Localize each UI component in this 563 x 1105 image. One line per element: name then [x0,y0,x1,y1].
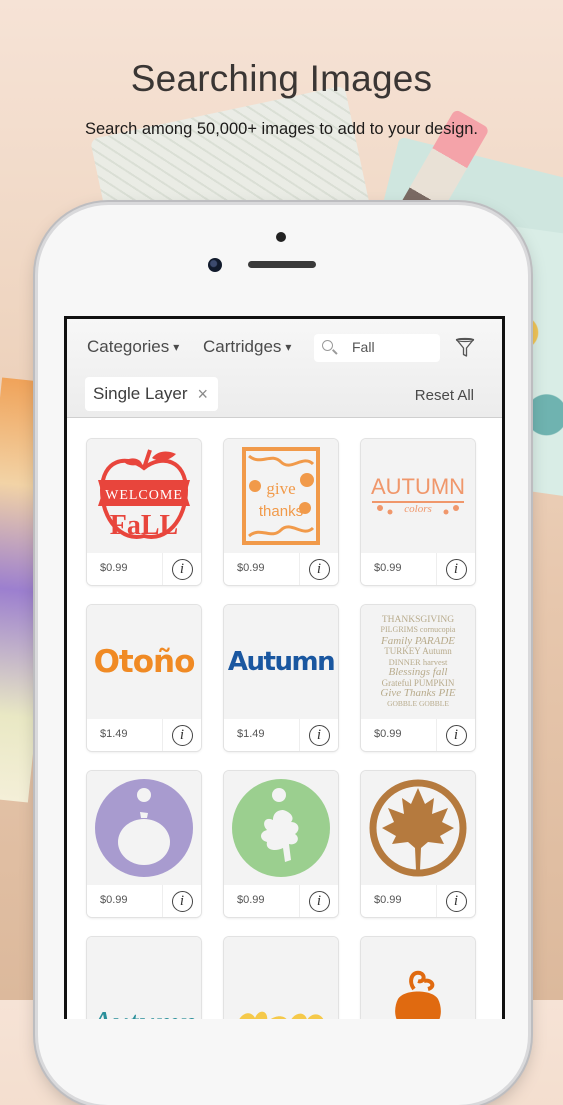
active-filter-chip: Single Layer × [85,377,219,411]
autumn-script-image: Autumn [91,1005,197,1019]
categories-label: Categories [87,337,170,356]
info-icon: i [171,890,193,912]
image-thumbnail: Autumn [87,937,201,1019]
app-screen: Categories▾ Cartridges▾ Single Layer × R… [64,316,505,1019]
thanksgiving-word-cloud-image: THANKSGIVING PILGRIMS cornucopia Family … [380,614,456,708]
info-icon: i [308,890,330,912]
info-button[interactable]: i [162,553,201,585]
info-button[interactable]: i [299,719,338,751]
autumn-colors-image: AUTUMN colors [371,474,465,515]
image-card[interactable]: Autumn $1.49 i [224,605,338,751]
svg-text:thanks: thanks [259,503,303,520]
image-price: $0.99 [374,894,402,906]
front-camera-icon [208,258,222,272]
search-icon [322,340,333,351]
image-price: $0.99 [374,562,402,574]
image-card[interactable]: $0.99 i [224,771,338,917]
image-thumbnail [224,937,338,1019]
info-icon: i [445,558,467,580]
image-price: $1.49 [100,728,128,740]
autumn-image: Autumn [227,647,336,677]
image-thumbnail: Otoño [87,605,201,719]
oak-leaf-tag-image [232,779,330,877]
reset-all-button[interactable]: Reset All [415,387,474,404]
image-card[interactable]: AUTUMN colors $0.99 i [361,439,475,585]
image-card[interactable]: THANKSGIVING PILGRIMS cornucopia Family … [361,605,475,751]
image-thumbnail [361,771,475,885]
image-price: $0.99 [100,894,128,906]
image-thumbnail: AUTUMN colors [361,439,475,553]
image-card[interactable]: $0.99 i [361,771,475,917]
info-button[interactable]: i [436,719,475,751]
svg-text:WELCOME: WELCOME [105,488,183,503]
caret-down-icon: ▾ [173,340,180,354]
image-card[interactable] [361,937,475,1019]
svg-text:AUTUMN: AUTUMN [371,474,465,499]
info-button[interactable]: i [162,885,201,917]
info-button[interactable]: i [299,885,338,917]
info-button[interactable]: i [299,553,338,585]
search-box[interactable] [314,334,440,362]
image-price: $1.49 [237,728,265,740]
info-button[interactable]: i [436,885,475,917]
image-card[interactable]: WELCOME FaLL $0.99 i [87,439,201,585]
image-thumbnail: give thanks [224,439,338,553]
active-filter-label: Single Layer [93,384,188,403]
welcome-fall-apple-image: WELCOME FaLL [98,449,190,541]
info-icon: i [308,558,330,580]
image-card[interactable]: give thanks $0.99 i [224,439,338,585]
image-thumbnail [87,771,201,885]
image-thumbnail [224,771,338,885]
image-thumbnail: THANKSGIVING PILGRIMS cornucopia Family … [361,605,475,719]
promo-title: Searching Images [130,58,433,99]
svg-text:colors: colors [404,503,432,515]
image-thumbnail [361,937,475,1019]
svg-text:give: give [266,479,295,498]
image-price: $0.99 [237,562,265,574]
image-price: $0.99 [237,894,265,906]
cartridges-dropdown[interactable]: Cartridges ▾ [203,337,291,357]
earpiece-speaker-icon [248,261,316,268]
info-icon: i [171,724,193,746]
remove-filter-icon[interactable]: × [198,384,209,405]
otono-image: Otoño [93,644,196,680]
maple-leaf-circle-image [369,779,467,877]
promo-subtitle: Search among 50,000+ images to add to yo… [84,120,479,138]
svg-text:FaLL: FaLL [110,510,178,541]
info-icon: i [445,890,467,912]
cartridges-label: Cartridges [203,337,282,356]
leaves-border-image [239,1011,324,1019]
info-button[interactable]: i [162,719,201,751]
image-card[interactable]: $0.99 i [87,771,201,917]
image-card[interactable]: Autumn [87,937,201,1019]
search-input[interactable] [352,339,432,355]
info-icon: i [308,724,330,746]
pumpkin-tag-image [95,779,193,877]
info-icon: i [445,724,467,746]
search-toolbar: Categories▾ Cartridges▾ Single Layer × R… [67,319,502,418]
filter-icon[interactable] [455,337,475,359]
give-thanks-frame-image: give thanks [242,447,320,545]
image-card[interactable]: Otoño $1.49 i [87,605,201,751]
image-card[interactable] [224,937,338,1019]
info-button[interactable]: i [436,553,475,585]
proximity-sensor-icon [276,232,286,242]
image-thumbnail: Autumn [224,605,338,719]
info-icon: i [171,558,193,580]
caret-down-icon: ▾ [285,340,292,354]
image-price: $0.99 [100,562,128,574]
pumpkin-image [395,970,441,1019]
categories-dropdown[interactable]: Categories ▾ [87,337,179,357]
image-thumbnail: WELCOME FaLL [87,439,201,553]
image-price: $0.99 [374,728,402,740]
